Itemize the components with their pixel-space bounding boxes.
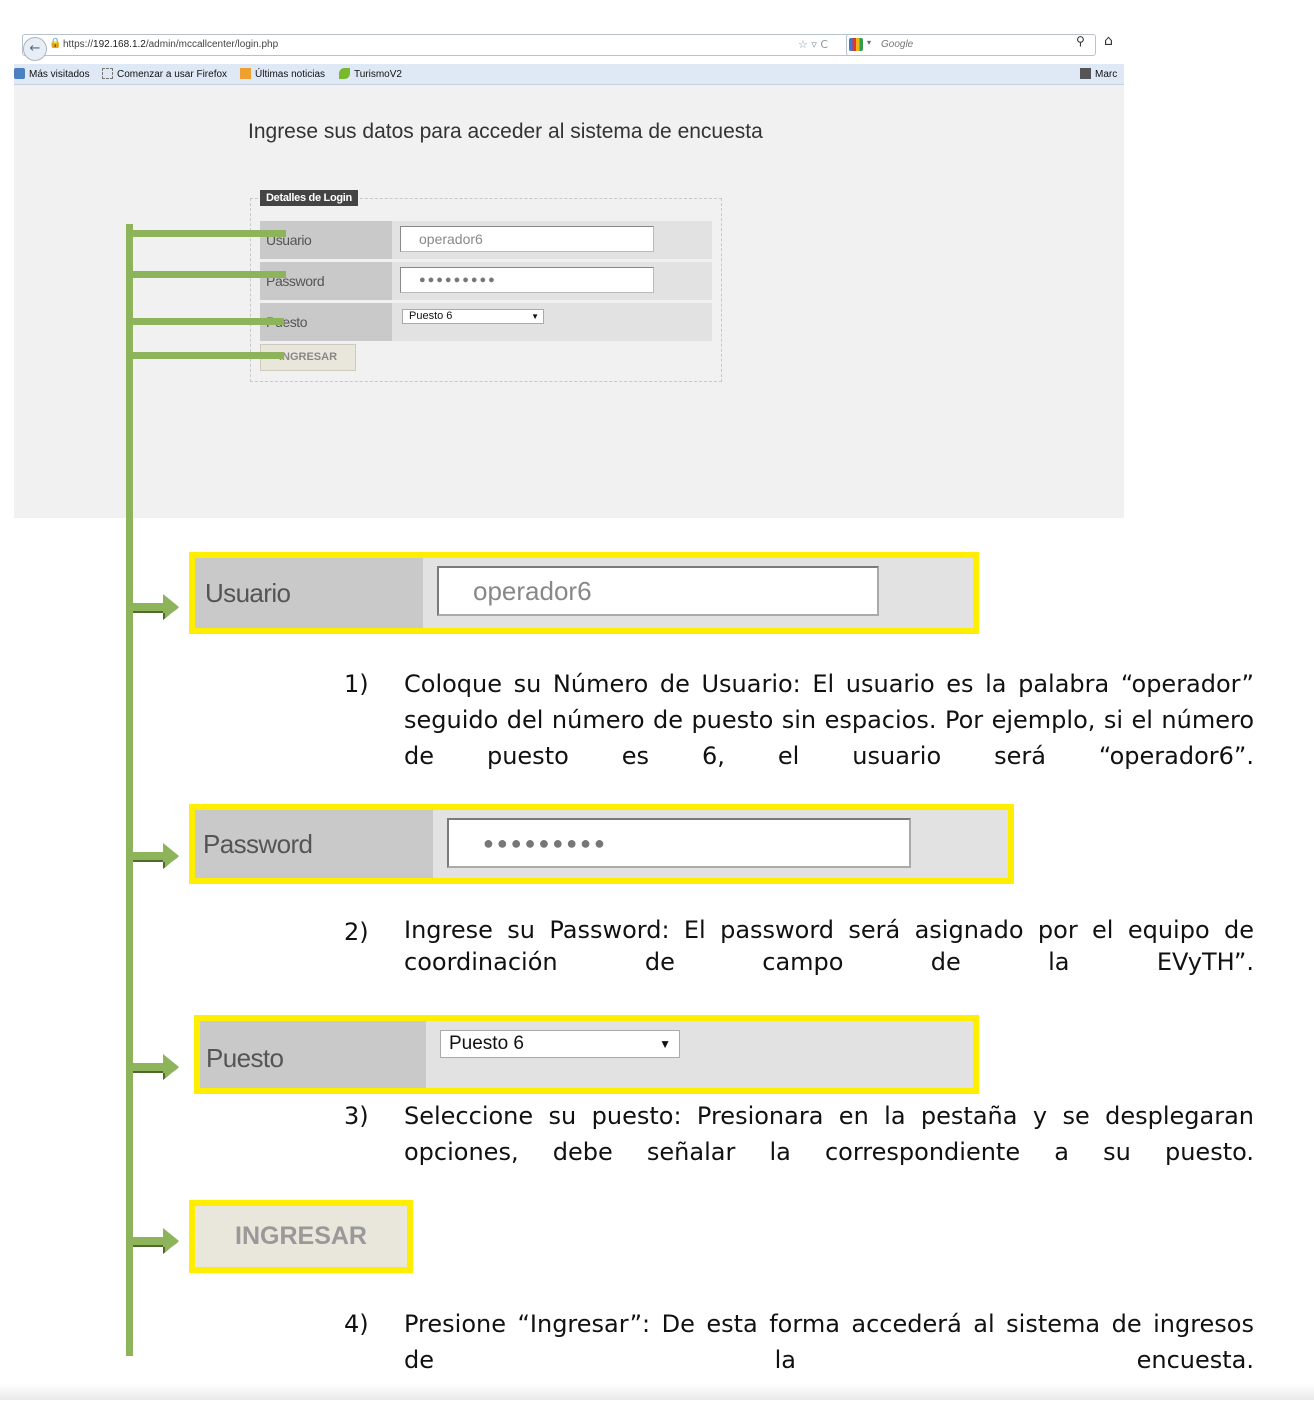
zoom-ingresar-button: INGRESAR: [189, 1200, 413, 1273]
zoom-puesto-row: Puesto Puesto 6 ▼: [194, 1015, 979, 1094]
search-icon[interactable]: ⚲: [1076, 34, 1085, 48]
page-title: Ingrese sus datos para acceder al sistem…: [248, 120, 763, 143]
arrow-icon: [133, 1228, 179, 1254]
chevron-down-icon: ▼: [659, 1037, 671, 1051]
chevron-down-icon: ▼: [531, 312, 539, 321]
step-number: 4): [344, 1310, 369, 1338]
step-2: 2) Ingrese su Password: El password será…: [344, 914, 1254, 986]
address-bar[interactable]: ← 🔒 https://192.168.1.2/admin/mccallcent…: [22, 34, 856, 61]
bookmarks-icon: [1080, 68, 1091, 79]
bookmark-star-icon[interactable]: ☆ ▿ C: [798, 38, 828, 51]
step-text: Ingrese su Password: El password será as…: [404, 916, 1254, 976]
arrow-icon: [133, 594, 179, 620]
zoom-password-label: Password: [195, 810, 433, 878]
address-text: https://192.168.1.2/admin/mccallcenter/l…: [63, 39, 279, 50]
rss-icon: [240, 68, 251, 79]
callout-line: [126, 224, 133, 1356]
password-input[interactable]: ●●●●●●●●●: [400, 267, 654, 293]
lock-icon: 🔒: [49, 38, 62, 49]
zoom-user-label: Usuario: [195, 558, 423, 628]
google-icon: [849, 38, 863, 51]
callout-line: [126, 271, 286, 278]
bookmark-item[interactable]: Más visitados: [14, 68, 90, 80]
puesto-select[interactable]: Puesto 6 ▼: [402, 309, 544, 324]
fieldset-legend: Detalles de Login: [260, 190, 358, 206]
search-placeholder: Google: [881, 39, 914, 50]
arrow-icon: [133, 1054, 179, 1080]
password-label: Password: [260, 262, 392, 300]
step-text: Coloque su Número de Usuario: El usuario…: [404, 670, 1254, 770]
browser-toolbar: ← 🔒 https://192.168.1.2/admin/mccallcent…: [14, 28, 1124, 64]
back-icon[interactable]: ←: [23, 37, 47, 61]
user-row: Usuario operador6: [260, 221, 712, 259]
step-4: 4) Presione “Ingresar”: De esta forma ac…: [344, 1306, 1254, 1378]
bookmarks-bar: Más visitados Comenzar a usar Firefox Úl…: [14, 64, 1124, 85]
callout-line: [126, 318, 284, 325]
user-label: Usuario: [260, 221, 392, 259]
zoom-user-row: Usuario operador6: [189, 552, 979, 634]
password-row: Password ●●●●●●●●●: [260, 262, 712, 300]
zoom-puesto-label: Puesto: [200, 1021, 426, 1088]
zoom-password-row: Password ●●●●●●●●●: [189, 804, 1014, 884]
callout-line: [126, 230, 286, 237]
chevron-down-icon[interactable]: ▾: [867, 38, 871, 47]
step-number: 3): [344, 1102, 369, 1130]
search-input[interactable]: ▾ Google: [846, 34, 1096, 56]
callout-line: [126, 352, 284, 359]
bookmark-item[interactable]: TurismoV2: [339, 68, 402, 80]
step-1: 1) Coloque su Número de Usuario: El usua…: [344, 666, 1254, 774]
bookmark-item[interactable]: Últimas noticias: [240, 68, 325, 80]
leaf-icon: [339, 68, 350, 79]
user-input[interactable]: operador6: [400, 226, 654, 252]
bookmarks-menu[interactable]: Marc: [1080, 68, 1117, 80]
bookmark-icon: [14, 68, 25, 79]
step-text: Seleccione su puesto: Presionara en la p…: [404, 1102, 1254, 1166]
page-icon: [102, 68, 113, 79]
page-bottom-edge: [0, 1384, 1314, 1400]
zoom-puesto-select[interactable]: Puesto 6 ▼: [440, 1030, 680, 1058]
step-number: 2): [344, 918, 369, 946]
step-number: 1): [344, 670, 369, 698]
bookmark-item[interactable]: Comenzar a usar Firefox: [102, 68, 227, 80]
step-3: 3) Seleccione su puesto: Presionara en l…: [344, 1098, 1254, 1170]
home-icon[interactable]: ⌂: [1104, 33, 1113, 49]
zoom-user-input[interactable]: operador6: [437, 566, 879, 616]
arrow-icon: [133, 843, 179, 869]
zoom-ingresar-label[interactable]: INGRESAR: [195, 1206, 407, 1267]
zoom-password-input[interactable]: ●●●●●●●●●: [447, 818, 911, 868]
puesto-row: Puesto Puesto 6 ▼: [260, 303, 712, 341]
